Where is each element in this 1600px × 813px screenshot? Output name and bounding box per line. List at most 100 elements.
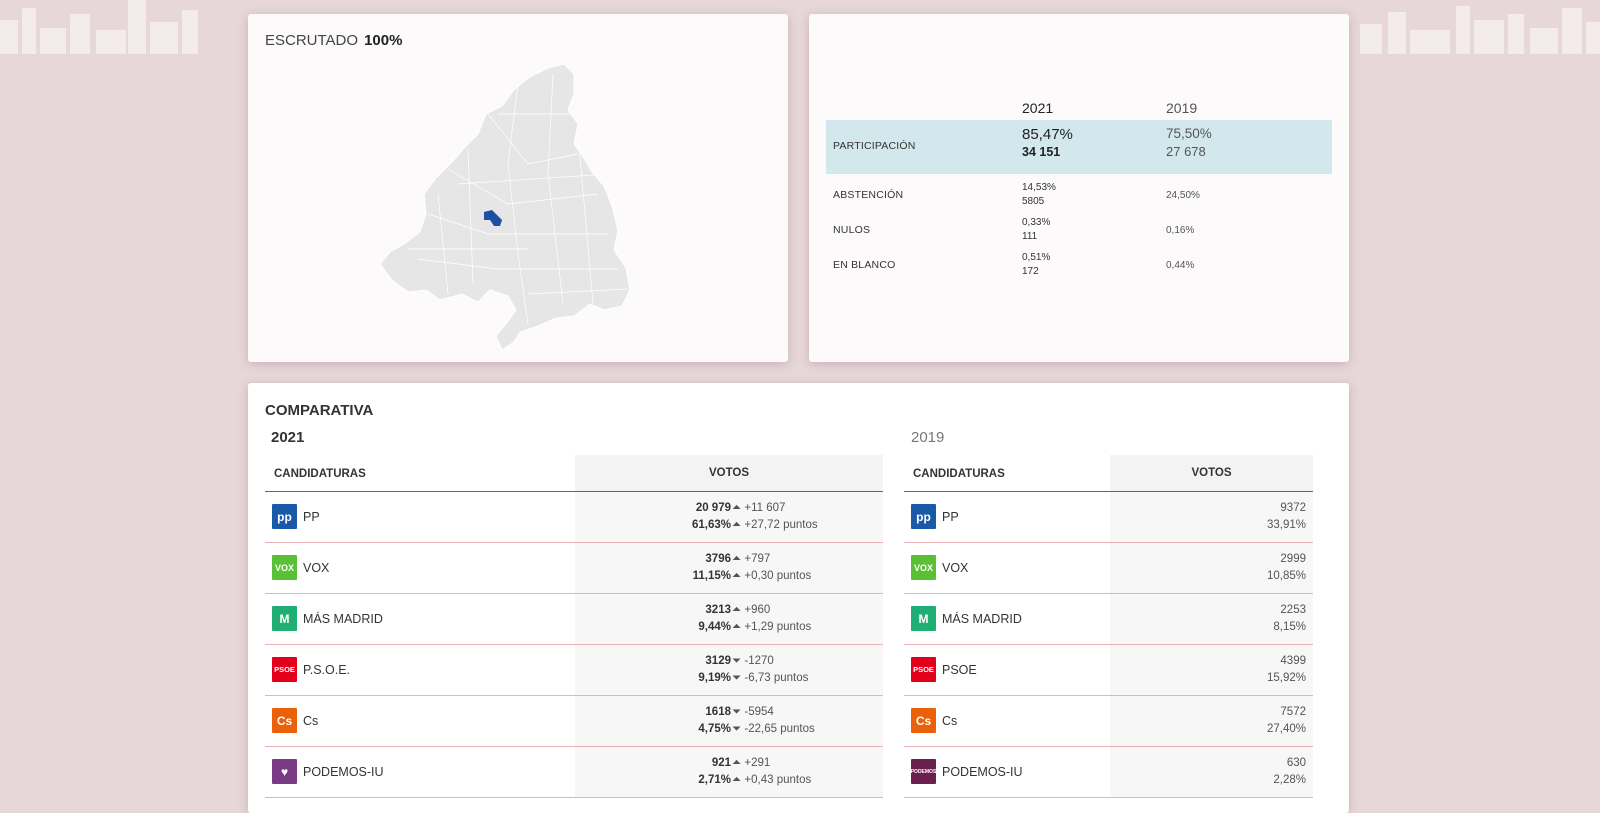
votes-column-bg xyxy=(575,492,883,542)
current-percent: 85,47% xyxy=(1022,126,1073,143)
year-header-current: 2021 xyxy=(1022,100,1054,116)
party-name: P.S.O.E. xyxy=(303,663,351,677)
results-table-current: CANDIDATURAS VOTOS pp PP 20 979 61,63% ⏶… xyxy=(265,455,883,798)
percent-change: ⏷ -22,65 puntos xyxy=(732,723,815,735)
row-label: NULOS xyxy=(833,224,871,236)
vote-change: ⏶ +11 607 xyxy=(732,502,786,514)
podemos-iu-logo-icon: PODEMOS xyxy=(911,759,936,784)
table-row: ♥ PODEMOS-IU 921 2,71% ⏶ +291 ⏶ +0,43 pu… xyxy=(265,747,883,798)
previous-percent: 0,44% xyxy=(1166,260,1195,271)
madrid-region-map[interactable] xyxy=(378,54,640,354)
cs-logo-icon: Cs xyxy=(272,708,297,733)
votes-column-bg xyxy=(1110,696,1313,746)
year-header-previous: 2019 xyxy=(1166,100,1198,116)
votes-column-bg xyxy=(575,645,883,695)
vote-change: ⏷ -1270 xyxy=(732,655,774,667)
vote-percent: 4,75% xyxy=(698,723,731,735)
vote-count: 630 xyxy=(1286,757,1306,769)
arrow-up-icon: ⏶ xyxy=(732,757,742,769)
pp-logo-icon: pp xyxy=(911,504,936,529)
results-table-previous: CANDIDATURAS VOTOS pp PP 9372 33,91% VOX… xyxy=(904,455,1313,798)
row-label: ABSTENCIÓN xyxy=(833,189,904,201)
table-row: Cs Cs 1618 4,75% ⏷ -5954 ⏷ -22,65 puntos xyxy=(265,696,883,747)
current-percent: 14,53% xyxy=(1022,182,1056,193)
arrow-up-icon: ⏶ xyxy=(732,604,742,616)
header-votos: VOTOS xyxy=(1110,455,1313,491)
percent-change: ⏶ +0,43 puntos xyxy=(732,774,812,786)
escrutado-value: 100% xyxy=(364,32,403,49)
vote-count: 2253 xyxy=(1280,604,1306,616)
mas-madrid-logo-icon: M xyxy=(911,606,936,631)
previous-percent: 24,50% xyxy=(1166,190,1200,201)
votes-column-bg xyxy=(575,696,883,746)
vote-change: ⏷ -5954 xyxy=(732,706,774,718)
arrow-up-icon: ⏶ xyxy=(732,502,742,514)
arrow-up-icon: ⏶ xyxy=(732,570,742,582)
votes-column-bg xyxy=(1110,747,1313,797)
abstencion-row: ABSTENCIÓN 14,53% 5805 24,50% xyxy=(826,178,1332,212)
previous-count: 27 678 xyxy=(1166,144,1206,159)
podemos-iu-logo-icon: ♥ xyxy=(272,759,297,784)
arrow-up-icon: ⏶ xyxy=(732,621,742,633)
votes-column-bg xyxy=(1110,594,1313,644)
vote-percent: 2,71% xyxy=(698,774,731,786)
cs-logo-icon: Cs xyxy=(911,708,936,733)
table-row: M MÁS MADRID 3213 9,44% ⏶ +960 ⏶ +1,29 p… xyxy=(265,594,883,645)
vote-count: 3796 xyxy=(705,553,731,565)
party-name: PODEMOS-IU xyxy=(303,765,384,779)
table-row: VOX VOX 3796 11,15% ⏶ +797 ⏶ +0,30 punto… xyxy=(265,543,883,594)
votes-column-bg xyxy=(1110,645,1313,695)
current-count: 34 151 xyxy=(1022,145,1061,159)
percent-change: ⏶ +27,72 puntos xyxy=(732,519,818,531)
arrow-up-icon: ⏶ xyxy=(732,553,742,565)
vote-percent: 8,15% xyxy=(1273,621,1306,633)
current-percent: 0,51% xyxy=(1022,252,1051,263)
vote-count: 1618 xyxy=(705,706,731,718)
arrow-up-icon: ⏶ xyxy=(732,774,742,786)
table-row: VOX VOX 2999 10,85% xyxy=(904,543,1313,594)
arrow-down-icon: ⏷ xyxy=(732,706,742,718)
votes-column-bg xyxy=(575,543,883,593)
header-candidaturas: CANDIDATURAS xyxy=(913,468,1005,480)
vote-count: 3213 xyxy=(705,604,731,616)
party-name: PODEMOS-IU xyxy=(942,765,1023,779)
table-row: pp PP 20 979 61,63% ⏶ +11 607 ⏶ +27,72 p… xyxy=(265,492,883,543)
section-title: COMPARATIVA xyxy=(265,402,374,419)
vox-logo-icon: VOX xyxy=(272,555,297,580)
party-name: MÁS MADRID xyxy=(303,612,383,626)
vote-change: ⏶ +797 xyxy=(732,553,771,565)
percent-change: ⏷ -6,73 puntos xyxy=(732,672,809,684)
vote-percent: 10,85% xyxy=(1266,570,1306,582)
participation-card: 2021 2019 PARTICIPACIÓN 85,47% 34 151 75… xyxy=(809,14,1349,362)
votes-column-bg xyxy=(1110,492,1313,542)
table-row: M MÁS MADRID 2253 8,15% xyxy=(904,594,1313,645)
current-count: 111 xyxy=(1022,231,1038,242)
party-name: Cs xyxy=(303,714,319,728)
nulos-row: NULOS 0,33% 111 0,16% xyxy=(826,213,1332,247)
vote-percent: 61,63% xyxy=(691,519,731,531)
votes-column-bg xyxy=(575,747,883,797)
en-blanco-row: EN BLANCO 0,51% 172 0,44% xyxy=(826,248,1332,282)
vote-percent: 9,19% xyxy=(698,672,731,684)
table-row: Cs Cs 7572 27,40% xyxy=(904,696,1313,747)
participacion-row: PARTICIPACIÓN 85,47% 34 151 75,50% 27 67… xyxy=(826,120,1332,174)
vote-percent: 15,92% xyxy=(1266,672,1306,684)
vote-count: 4399 xyxy=(1280,655,1306,667)
psoe-logo-icon: PSOE xyxy=(911,657,936,682)
vote-count: 9372 xyxy=(1280,502,1306,514)
percent-change: ⏶ +1,29 puntos xyxy=(732,621,812,633)
escrutado-label: ESCRUTADO 100% xyxy=(265,32,403,49)
current-percent: 0,33% xyxy=(1022,217,1051,228)
party-name: VOX xyxy=(942,561,969,575)
comparativa-card: COMPARATIVA 2021 2019 CANDIDATURAS VOTOS… xyxy=(248,383,1349,813)
vote-percent: 11,15% xyxy=(692,570,731,582)
table-row: PSOE P.S.O.E. 3129 9,19% ⏷ -1270 ⏷ -6,73… xyxy=(265,645,883,696)
header-candidaturas: CANDIDATURAS xyxy=(274,468,366,480)
vote-change: ⏶ +291 xyxy=(732,757,771,769)
vote-count: 2999 xyxy=(1280,553,1306,565)
table-row: pp PP 9372 33,91% xyxy=(904,492,1313,543)
vote-count: 921 xyxy=(711,757,731,769)
arrow-up-icon: ⏶ xyxy=(732,519,742,531)
vote-change: ⏶ +960 xyxy=(732,604,771,616)
arrow-down-icon: ⏷ xyxy=(732,672,742,684)
